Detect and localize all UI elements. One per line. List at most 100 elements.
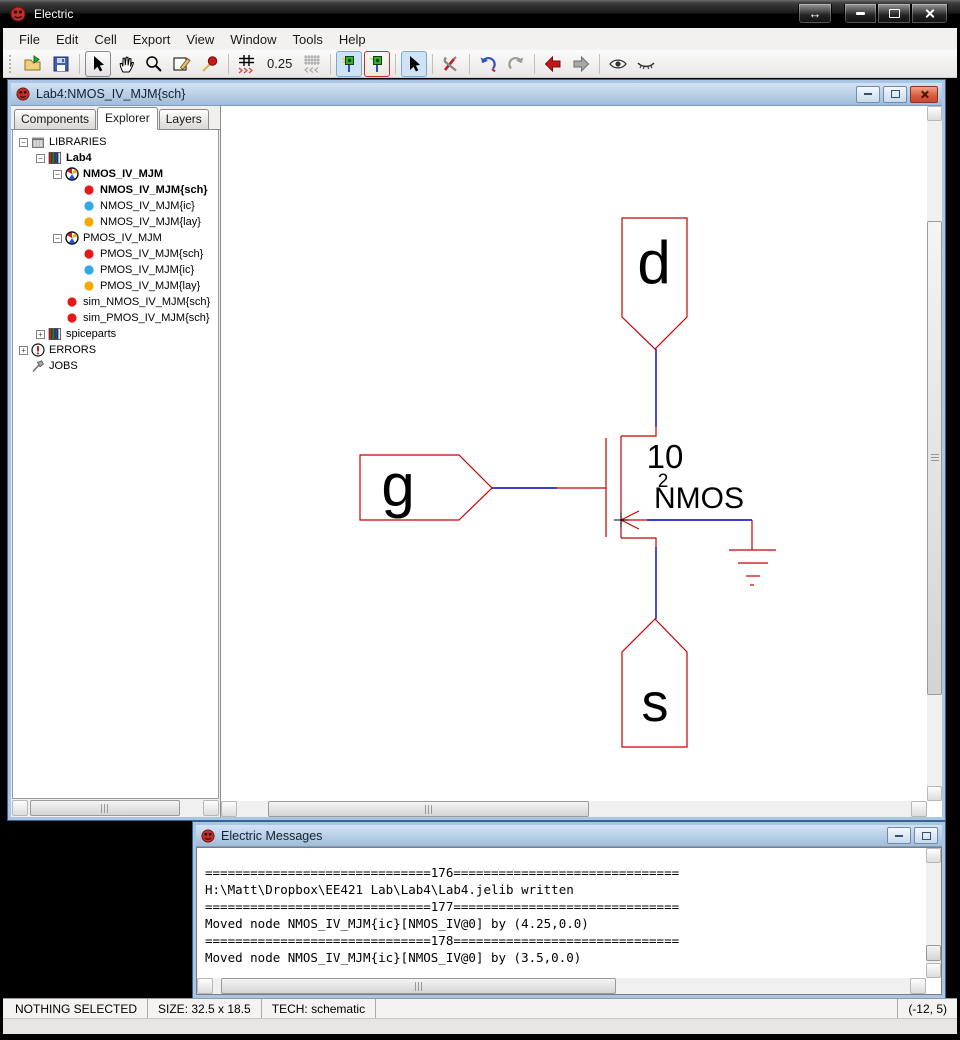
scroll-left-button[interactable] [221, 801, 237, 817]
window-maximize-button[interactable] [914, 827, 938, 844]
window-minimize-button[interactable] [887, 827, 911, 844]
grid-spacing-value[interactable]: 0.25 [267, 56, 292, 71]
tree-item-libraries[interactable]: − LIBRARIES [13, 134, 218, 150]
pin-toggle-on-icon[interactable] [336, 50, 363, 77]
menu-cell[interactable]: Cell [86, 30, 124, 49]
forward-icon[interactable] [568, 51, 594, 77]
pin-toggle-alt-icon[interactable] [364, 50, 391, 77]
tree-expand-toggle[interactable]: + [19, 345, 28, 355]
tab-components[interactable]: Components [14, 109, 97, 129]
tree-item-nmos-iv-mjm-lay-[interactable]: NMOS_IV_MJM{lay} [13, 214, 218, 230]
export-pin-g[interactable]: g [359, 452, 493, 521]
scroll-left-button[interactable] [12, 800, 28, 816]
eye-open-icon[interactable] [605, 51, 631, 77]
tree-item-sim-nmos-iv-mjm-sch-[interactable]: sim_NMOS_IV_MJM{sch} [13, 294, 218, 310]
tools-icon[interactable] [438, 51, 464, 77]
window-minimize-button[interactable] [856, 85, 880, 103]
messages-vertical-scrollbar[interactable] [926, 848, 941, 978]
tree-item-pmos-iv-mjm-sch-[interactable]: PMOS_IV_MJM{sch} [13, 246, 218, 262]
scroll-down-button[interactable] [926, 963, 941, 978]
special-select-icon[interactable] [401, 50, 428, 77]
tree-item-label: sim_NMOS_IV_MJM{sch} [83, 296, 211, 308]
scroll-right-button[interactable] [910, 978, 926, 994]
scroll-down-button[interactable] [927, 786, 942, 801]
window-close-button[interactable] [910, 85, 938, 103]
tree-item-nmos-iv-mjm[interactable]: − NMOS_IV_MJM [13, 166, 218, 182]
scroll-right-button[interactable] [203, 800, 219, 816]
menu-edit[interactable]: Edit [48, 30, 86, 49]
back-icon[interactable] [540, 51, 566, 77]
save-icon[interactable] [48, 51, 74, 77]
menu-file[interactable]: File [11, 30, 48, 49]
pan-hand-icon[interactable] [113, 51, 139, 77]
toolbar-grip[interactable] [9, 54, 15, 73]
scroll-thumb[interactable] [221, 978, 616, 994]
tree-expand-toggle[interactable]: + [36, 329, 45, 339]
maximize-button[interactable] [877, 4, 911, 24]
toolbar-separator [395, 53, 397, 74]
scroll-right-button[interactable] [911, 801, 927, 817]
tree-item-spiceparts[interactable]: + spiceparts [13, 326, 218, 342]
messages-log[interactable]: ==============================176=======… [196, 847, 942, 995]
tree-expand-toggle[interactable]: − [19, 137, 28, 147]
tab-layers[interactable]: Layers [158, 109, 209, 129]
scroll-thumb[interactable] [926, 945, 941, 961]
layout-view-icon [82, 215, 96, 229]
scroll-left-button[interactable] [197, 978, 213, 994]
undo-icon[interactable] [475, 51, 501, 77]
canvas-horizontal-scrollbar[interactable] [221, 801, 927, 817]
tree-item-pmos-iv-mjm[interactable]: − PMOS_IV_MJM [13, 230, 218, 246]
toolbar-separator [228, 53, 229, 74]
tree-item-sim-pmos-iv-mjm-sch-[interactable]: sim_PMOS_IV_MJM{sch} [13, 310, 218, 326]
open-icon[interactable] [20, 51, 46, 77]
tree-expand-toggle[interactable]: − [36, 153, 45, 163]
menu-window[interactable]: Window [222, 30, 284, 49]
transistor-width-label[interactable]: 10 [647, 438, 684, 475]
scroll-thumb[interactable] [30, 800, 180, 816]
messages-window-titlebar[interactable]: Electric Messages [196, 825, 942, 847]
close-button[interactable] [911, 4, 948, 24]
tree-item-nmos-iv-mjm-sch-[interactable]: NMOS_IV_MJM{sch} [13, 182, 218, 198]
menu-export[interactable]: Export [125, 30, 179, 49]
zoom-icon[interactable] [141, 51, 167, 77]
tree-expand-toggle[interactable]: − [53, 169, 62, 179]
eye-closed-icon[interactable] [633, 51, 659, 77]
canvas-vertical-scrollbar[interactable] [927, 106, 942, 801]
status-tech: TECH: schematic [262, 999, 377, 1019]
export-pin-s[interactable]: s [621, 618, 688, 748]
messages-horizontal-scrollbar[interactable] [197, 978, 926, 994]
tree-expand-toggle[interactable]: − [53, 233, 62, 243]
redo-icon[interactable] [503, 51, 529, 77]
menu-view[interactable]: View [178, 30, 222, 49]
scroll-up-button[interactable] [926, 848, 941, 863]
window-restore-button[interactable] [883, 85, 907, 103]
grid-fine-icon[interactable] [299, 51, 325, 77]
scroll-up-button[interactable] [927, 106, 942, 121]
schematic-window-titlebar[interactable]: Lab4:NMOS_IV_MJM{sch} [11, 83, 942, 106]
tab-explorer[interactable]: Explorer [97, 107, 158, 130]
schematic-canvas[interactable]: d g s 10 2 NMOS [220, 106, 942, 817]
minimize-button[interactable] [844, 4, 877, 24]
menu-help[interactable]: Help [331, 30, 374, 49]
panel-horizontal-scrollbar[interactable] [12, 800, 219, 816]
tree-item-jobs[interactable]: JOBS [13, 358, 218, 374]
tree-item-errors[interactable]: + ERRORS [13, 342, 218, 358]
export-pin-d[interactable]: d [621, 217, 688, 350]
ground-symbol[interactable] [729, 520, 776, 586]
transistor-model-label[interactable]: NMOS [654, 482, 744, 515]
scroll-thumb[interactable] [927, 221, 942, 695]
probe-icon[interactable] [197, 51, 223, 77]
tree-item-lab4[interactable]: − Lab4 [13, 150, 218, 166]
tree-item-label: Lab4 [66, 152, 92, 164]
tree-item-pmos-iv-mjm-ic-[interactable]: PMOS_IV_MJM{ic} [13, 262, 218, 278]
menu-tools[interactable]: Tools [285, 30, 331, 49]
tree-item-pmos-iv-mjm-lay-[interactable]: PMOS_IV_MJM{lay} [13, 278, 218, 294]
scroll-thumb[interactable] [268, 801, 589, 817]
grid-coarse-icon[interactable] [234, 51, 260, 77]
nmos-transistor[interactable] [557, 427, 657, 547]
schematic-view-icon [65, 311, 79, 325]
edit-cell-icon[interactable] [169, 51, 195, 77]
tree-item-nmos-iv-mjm-ic-[interactable]: NMOS_IV_MJM{ic} [13, 198, 218, 214]
resize-toggle-button[interactable]: ↔ [798, 4, 832, 24]
select-arrow-icon[interactable] [85, 50, 111, 77]
